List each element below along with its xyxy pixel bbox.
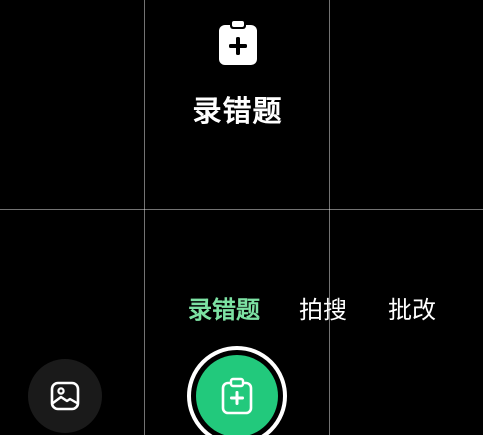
- mode-hero: 录错题: [0, 18, 475, 130]
- tab-grading[interactable]: 批改: [388, 290, 436, 325]
- shutter-core: [196, 355, 278, 435]
- grid-line-horizontal: [0, 209, 483, 210]
- tab-photo-search[interactable]: 拍搜: [299, 290, 347, 325]
- clipboard-plus-icon: [221, 377, 253, 415]
- image-icon: [50, 381, 80, 411]
- mode-tabs: 录错题 拍搜 批改: [0, 290, 483, 330]
- gallery-button[interactable]: [28, 359, 102, 433]
- shutter-button[interactable]: [187, 346, 287, 435]
- mode-title: 录错题: [192, 94, 283, 128]
- tab-record-mistakes[interactable]: 录错题: [188, 290, 260, 325]
- clipboard-plus-icon: [218, 19, 257, 65]
- camera-viewfinder: 录错题 录错题 拍搜 批改: [0, 0, 483, 435]
